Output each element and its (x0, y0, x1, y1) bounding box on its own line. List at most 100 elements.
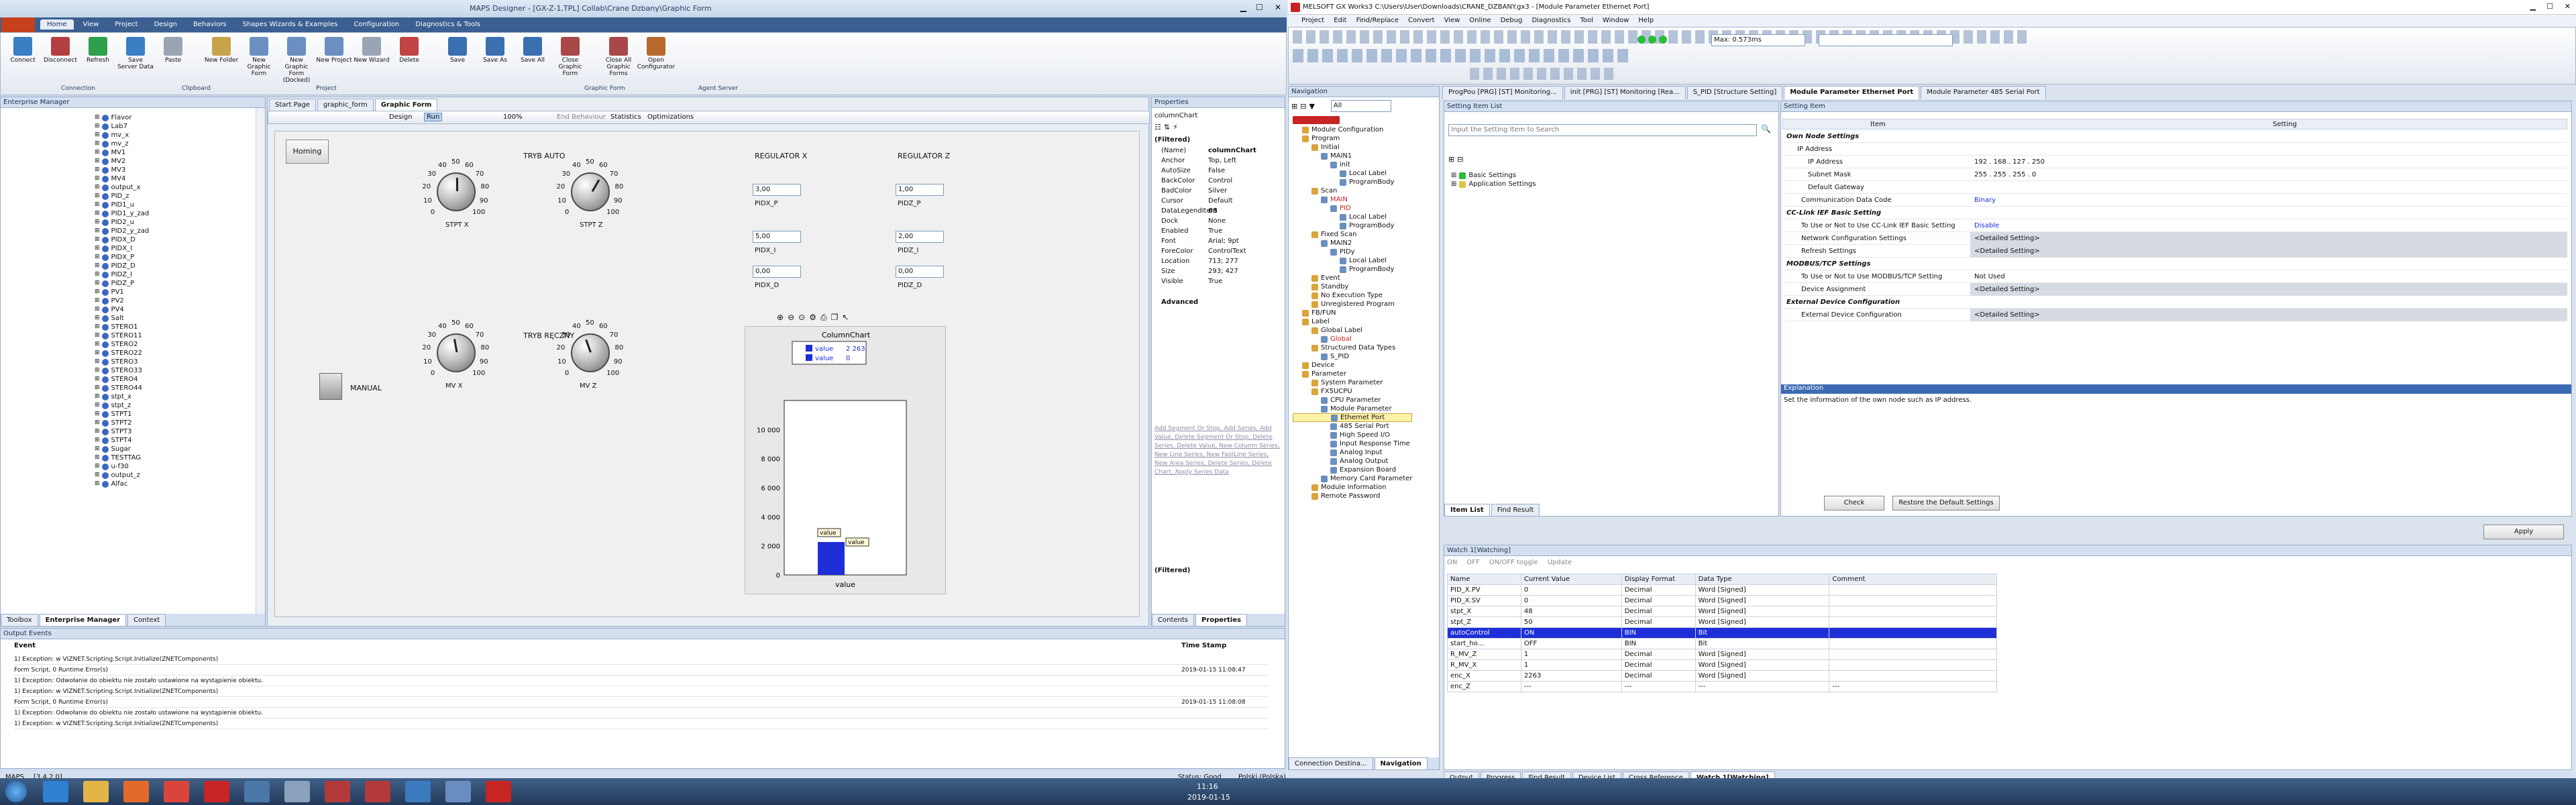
nav-item[interactable]: Module Parameter (1293, 405, 1412, 413)
knob-2[interactable] (437, 333, 476, 372)
events-icon[interactable]: ⚡ (1173, 123, 1178, 133)
nav-item[interactable]: Standby (1293, 282, 1412, 291)
tree-item[interactable]: ⊞ PID_z (95, 192, 149, 201)
setting-row[interactable]: CC-Link IEF Basic Setting (1782, 207, 2567, 219)
watch-toolbar-1[interactable]: OFF (1466, 559, 1479, 566)
stop-icon[interactable] (1648, 36, 1656, 44)
restore-defaults-button[interactable]: Restore the Default Settings (1892, 496, 2000, 511)
ribbon-button-2[interactable]: Refresh (80, 37, 116, 84)
app-icon-9[interactable] (365, 781, 390, 802)
ribbon-button-7[interactable]: New Graphic Form (Docked) (278, 37, 315, 84)
end-behaviour-button[interactable]: End Behaviour (557, 113, 606, 121)
nav-item[interactable]: Module Configuration (1293, 125, 1412, 134)
menu-2[interactable]: Find/Replace (1356, 15, 1399, 27)
gx-doc-tab-4[interactable]: Module Parameter 485 Serial Port (1921, 86, 2046, 99)
nav-item[interactable]: Module Information (1293, 483, 1412, 492)
watch-col-header[interactable]: Data Type (1695, 574, 1830, 585)
setting-row[interactable]: To Use or Not to Use CC-Link IEF Basic S… (1782, 219, 2567, 232)
props-tab-1[interactable]: Properties (1195, 614, 1247, 626)
ribbon-button-8[interactable]: New Project (316, 37, 352, 84)
expand-icon[interactable]: ⊞ (95, 471, 100, 480)
pidz-p-input[interactable]: 1,00 (896, 184, 944, 196)
filter-icon[interactable]: ▼ (1309, 102, 1314, 111)
tree-item[interactable]: ⊞ STPT2 (95, 419, 149, 427)
zoom-reset-icon[interactable]: ⊙ (798, 313, 805, 322)
nav-tab-0[interactable]: Connection Destina... (1289, 757, 1373, 769)
setting-row[interactable]: Subnet Mask 255 . 255 . 255 . 0 (1782, 168, 2567, 181)
nav-item[interactable]: Remote Password (1293, 492, 1412, 500)
menu-7[interactable]: Diagnostics (1532, 15, 1570, 27)
ribbon-button-15[interactable]: Close All Graphic Forms (600, 37, 637, 84)
watch-toolbar-2[interactable]: ON/OFF toggle (1489, 559, 1538, 566)
expand-icon[interactable]: ⊞ (95, 244, 100, 253)
bar-series-0[interactable] (818, 541, 845, 575)
setting-row[interactable]: Default Gateway (1782, 181, 2567, 194)
nav-item[interactable]: Structured Data Types (1293, 343, 1412, 352)
expand-icon[interactable]: ⊞ (95, 270, 100, 279)
em-tab-2[interactable]: Context (127, 614, 166, 626)
nav-item[interactable]: Program (1293, 134, 1412, 143)
expand-icon[interactable]: ⊞ (95, 218, 100, 227)
nav-item[interactable]: ProgramBody (1293, 265, 1412, 274)
expand-icon[interactable]: ⊞ (95, 410, 100, 419)
apply-button[interactable]: Apply (2483, 525, 2564, 539)
collapse-all-icon[interactable]: ⊟ (1457, 155, 1463, 164)
expand-icon[interactable]: ⊞ (95, 262, 100, 270)
property-row[interactable]: BackColor Control (1155, 176, 1282, 186)
setting-row[interactable]: Own Node Settings (1782, 130, 2567, 143)
toolbar-combo[interactable] (1819, 34, 1953, 46)
ribbon-button-13[interactable]: Save All (515, 37, 551, 84)
tree-item[interactable]: ⊞ STERO2 (95, 340, 149, 349)
expand-icon[interactable]: ⊞ (95, 192, 100, 201)
expand-icon[interactable]: ⊞ (95, 323, 100, 331)
ribbon-button-12[interactable]: Save As (477, 37, 513, 84)
menu-4[interactable]: View (1444, 15, 1460, 27)
expand-icon[interactable]: ⊞ (95, 419, 100, 427)
nav-item[interactable]: System Parameter (1293, 378, 1412, 387)
nav-item[interactable]: Scan (1293, 186, 1412, 195)
tree-item[interactable]: ⊞ Lab7 (95, 122, 149, 131)
menu-0[interactable]: Project (1301, 15, 1324, 27)
setting-row[interactable]: External Device Configuration (1782, 296, 2567, 309)
props-tab-0[interactable]: Contents (1152, 614, 1194, 626)
expand-icon[interactable]: ⊞ (95, 358, 100, 366)
expand-icon[interactable]: ⊞ (95, 427, 100, 436)
expand-icon[interactable]: ⊞ (95, 122, 100, 131)
menu-5[interactable]: Online (1469, 15, 1491, 27)
clock-date[interactable]: 2019-01-15 (1187, 793, 1230, 802)
watch-row[interactable]: PID_X.PV 0 Decimal Word [Signed] (1447, 584, 1997, 596)
ribbon-button-16[interactable]: Open Configurator (637, 37, 675, 84)
doc-tab-0[interactable]: Start Page (269, 99, 316, 111)
watch-col-header[interactable]: Current Value (1520, 574, 1622, 585)
doc-tab-1[interactable]: graphic_form (317, 99, 374, 111)
nav-item[interactable]: S_PID (1293, 352, 1412, 361)
ribbon-button-4[interactable]: Paste (155, 37, 191, 84)
property-row[interactable]: Size 293; 427 (1155, 266, 1282, 276)
tab-find-result[interactable]: Find Result (1491, 504, 1540, 516)
tree-item[interactable]: ⊞ PV4 (95, 305, 149, 314)
gx-doc-tab-0[interactable]: ProgPou [PRG] [ST] Monitoring... (1442, 86, 1563, 99)
expand-icon[interactable]: ⊞ (95, 201, 100, 209)
expand-icon[interactable]: ⊞ (95, 436, 100, 445)
setting-row[interactable]: Device Assignment <Detailed Setting> (1782, 282, 2567, 296)
print-icon[interactable]: ⎙ (820, 313, 827, 323)
expand-icon[interactable]: ⊞ (95, 480, 100, 488)
setting-row[interactable]: Network Configuration Settings <Detailed … (1782, 231, 2567, 245)
application-settings-item[interactable]: ⊞ Application Settings (1451, 180, 1536, 189)
output-row[interactable]: 1) Exception: w VIZNET.Scripting.Script.… (14, 718, 1269, 729)
expand-icon[interactable]: ⊞ (95, 331, 100, 340)
run-icon[interactable] (1638, 36, 1646, 44)
app-icon-11[interactable] (445, 781, 471, 802)
tree-item[interactable]: ⊞ TESTTAG (95, 453, 149, 462)
expand-icon[interactable]: ⊞ (95, 305, 100, 314)
nav-item[interactable]: Unregistered Program (1293, 300, 1412, 309)
expand-icon[interactable]: ⊞ (95, 227, 100, 235)
setting-row[interactable]: IP Address (1782, 143, 2567, 156)
gx-doc-tab-2[interactable]: S_PID [Structure Setting] (1686, 86, 1783, 99)
watch-row[interactable]: autoControl ON BIN Bit (1447, 627, 1997, 639)
expand-icon[interactable]: ⊞ (95, 253, 100, 262)
nav-item[interactable]: PIDy (1293, 248, 1412, 256)
output-row[interactable]: 1) Exception: w VIZNET.Scripting.Script.… (14, 686, 1269, 697)
expand-icon[interactable]: ⊞ (95, 174, 100, 183)
output-row[interactable]: 1) Exception: Odwołanie do obiektu nie z… (14, 676, 1269, 686)
